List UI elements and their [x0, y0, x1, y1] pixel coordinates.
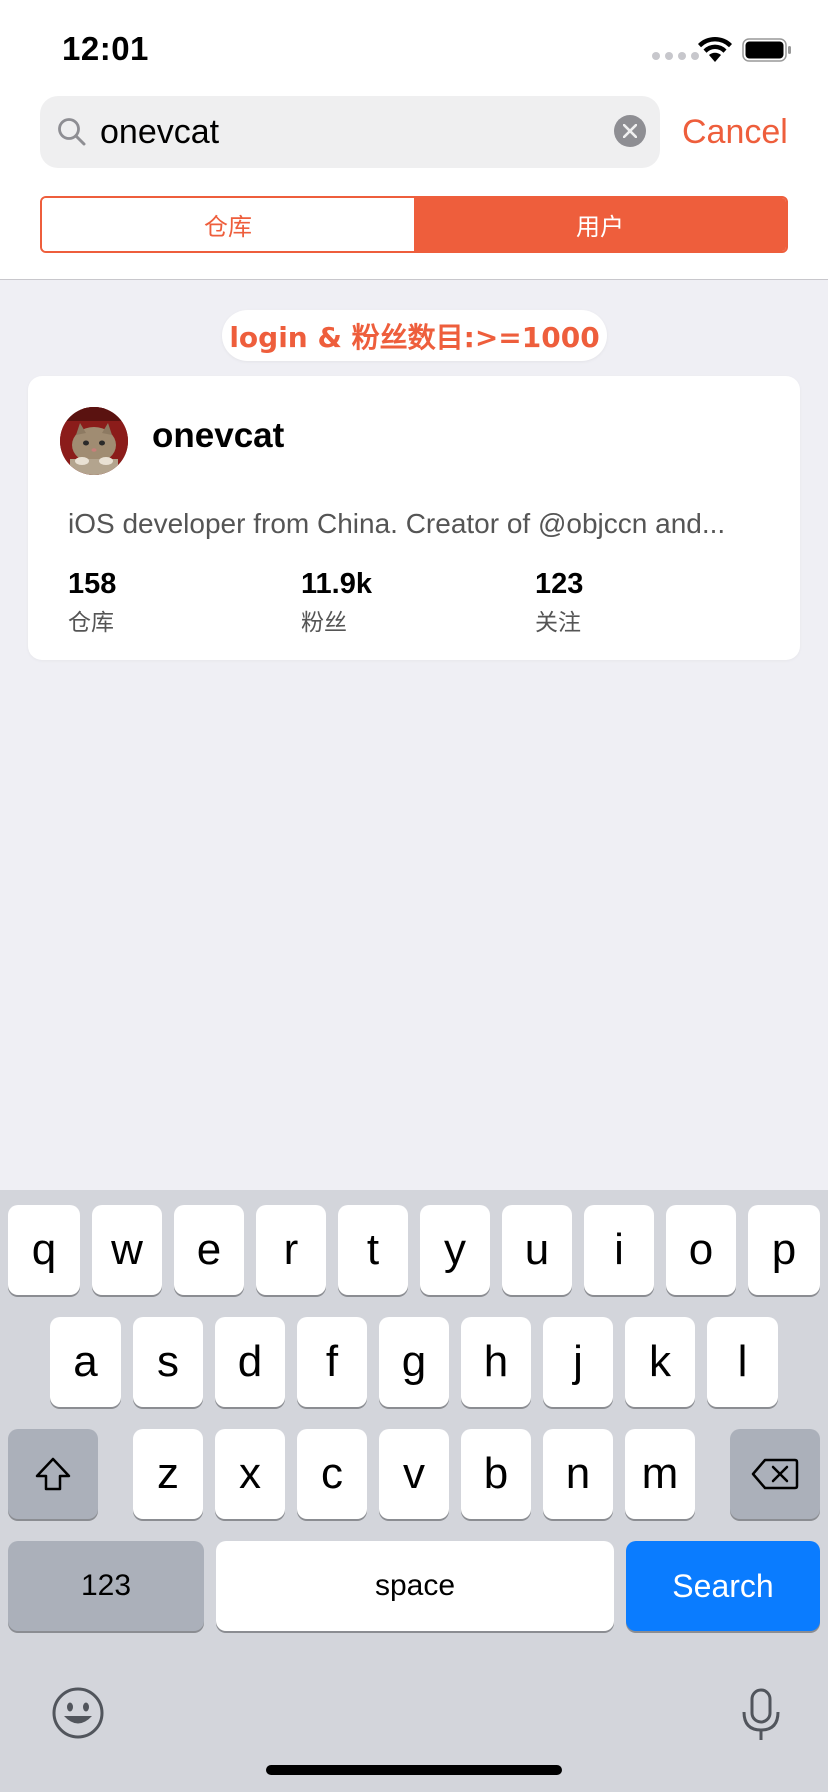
key-s[interactable]: s: [133, 1317, 203, 1407]
username: onevcat: [152, 416, 285, 455]
stat-value: 11.9k: [301, 568, 372, 600]
key-p[interactable]: p: [748, 1205, 820, 1295]
key-h[interactable]: h: [461, 1317, 531, 1407]
stat-label: 粉丝: [301, 610, 347, 636]
key-z[interactable]: z: [133, 1429, 203, 1519]
key-k[interactable]: k: [625, 1317, 695, 1407]
battery-icon: [742, 38, 791, 62]
status-bar: 12:01: [0, 0, 828, 96]
stat-label: 仓库: [68, 610, 114, 636]
key-q[interactable]: q: [8, 1205, 80, 1295]
segment-users[interactable]: 用户: [414, 198, 786, 251]
stat-followers: 11.9k 粉丝: [301, 568, 372, 637]
search-scope-control: 仓库 用户: [40, 196, 788, 253]
key-u[interactable]: u: [502, 1205, 572, 1295]
cellular-signal-icon: [652, 52, 699, 60]
stat-following: 123 关注: [535, 568, 583, 637]
cancel-button[interactable]: Cancel: [682, 106, 788, 158]
key-w[interactable]: w: [92, 1205, 162, 1295]
home-indicator: [266, 1765, 562, 1775]
key-o[interactable]: o: [666, 1205, 736, 1295]
filter-badge: login & 粉丝数目:>=1000: [222, 310, 607, 361]
stat-value: 158: [68, 568, 117, 600]
avatar: [60, 407, 128, 475]
key-i[interactable]: i: [584, 1205, 654, 1295]
emoji-icon[interactable]: [50, 1685, 106, 1741]
clear-search-button[interactable]: [614, 115, 646, 147]
navigation-header: 12:01 C: [0, 0, 828, 280]
search-row: Cancel: [40, 96, 800, 168]
key-c[interactable]: c: [297, 1429, 367, 1519]
key-b[interactable]: b: [461, 1429, 531, 1519]
user-bio: iOS developer from China. Creator of @ob…: [68, 508, 726, 539]
key-r[interactable]: r: [256, 1205, 326, 1295]
key-a[interactable]: a: [50, 1317, 121, 1407]
key-d[interactable]: d: [215, 1317, 285, 1407]
key-x[interactable]: x: [215, 1429, 285, 1519]
key-g[interactable]: g: [379, 1317, 449, 1407]
stat-label: 关注: [535, 610, 581, 636]
key-v[interactable]: v: [379, 1429, 449, 1519]
key-t[interactable]: t: [338, 1205, 408, 1295]
search-input[interactable]: [100, 96, 580, 168]
wifi-icon: [698, 36, 732, 62]
delete-key[interactable]: [730, 1429, 820, 1519]
key-n[interactable]: n: [543, 1429, 613, 1519]
backspace-icon: [751, 1458, 799, 1490]
key-y[interactable]: y: [420, 1205, 490, 1295]
search-icon: [58, 118, 86, 146]
search-field[interactable]: [40, 96, 660, 168]
status-time: 12:01: [62, 30, 149, 67]
close-icon: [623, 124, 637, 138]
shift-icon: [35, 1457, 71, 1491]
stat-value: 123: [535, 568, 584, 600]
key-e[interactable]: e: [174, 1205, 244, 1295]
user-result-card[interactable]: onevcat iOS developer from China. Creato…: [28, 376, 800, 660]
numbers-key[interactable]: 123: [8, 1541, 204, 1631]
key-l[interactable]: l: [707, 1317, 778, 1407]
on-screen-keyboard: q w e r t y u i o p a s d f g h j k l z …: [0, 1190, 828, 1792]
segment-repositories[interactable]: 仓库: [42, 198, 414, 251]
space-key[interactable]: space: [216, 1541, 614, 1631]
stat-repositories: 158 仓库: [68, 568, 116, 637]
key-m[interactable]: m: [625, 1429, 695, 1519]
shift-key[interactable]: [8, 1429, 98, 1519]
cat-avatar-image: [60, 407, 128, 475]
key-f[interactable]: f: [297, 1317, 367, 1407]
key-j[interactable]: j: [543, 1317, 613, 1407]
search-key[interactable]: Search: [626, 1541, 820, 1631]
microphone-icon[interactable]: [740, 1687, 782, 1743]
